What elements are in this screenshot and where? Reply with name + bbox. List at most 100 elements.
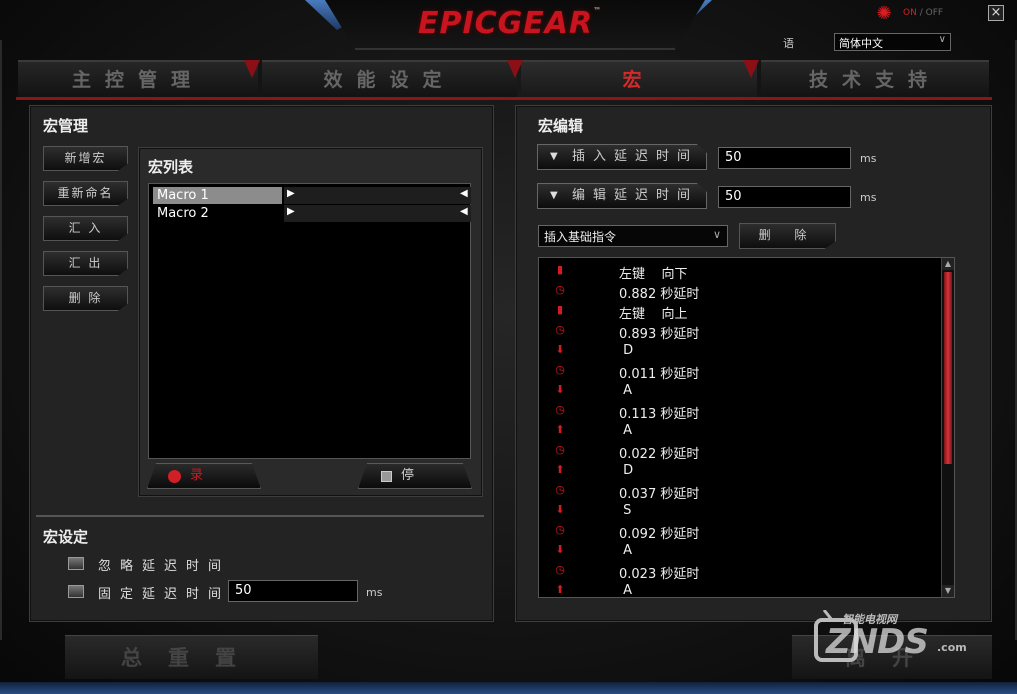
- fixed-delay-unit: ms: [366, 586, 383, 599]
- arrow-down-icon: ⬇: [555, 503, 565, 516]
- arrow-down-icon: ⬇: [555, 343, 565, 356]
- macro-event-row[interactable]: ◷ 0.037 秒延时: [539, 481, 944, 502]
- close-button[interactable]: ×: [988, 5, 1004, 21]
- insert-delay-unit: ms: [860, 152, 877, 165]
- tab-underline: [16, 97, 992, 100]
- rename-macro-button[interactable]: 重新命名: [43, 181, 128, 206]
- tab-support[interactable]: 技术支持: [761, 60, 989, 98]
- fixed-delay-label: 固定延迟时间: [98, 587, 231, 602]
- macro-event-list[interactable]: ▮ 左键 向下 ◷ 0.882 秒延时 ▮ 左键 向上 ◷ 0.893 秒延时 ⬇ D ◷ 0.01…: [538, 257, 955, 598]
- macro-event-text: 0.022 秒延时: [619, 447, 700, 462]
- macro-event-row[interactable]: ⬇ A: [539, 541, 944, 561]
- event-scrollbar[interactable]: ▲ ▼: [941, 258, 954, 597]
- clock-icon: ◷: [555, 323, 565, 336]
- macro-manage-title: 宏管理: [43, 117, 89, 135]
- chevron-down-icon: ∨: [938, 34, 946, 45]
- macro-event-row[interactable]: ▮ 左键 向上: [539, 301, 944, 322]
- record-button[interactable]: 录 制: [147, 463, 261, 489]
- clock-icon: ◷: [555, 363, 565, 376]
- arrow-down-icon: ⬇: [555, 383, 565, 396]
- tab-performance[interactable]: 效能设定: [262, 60, 517, 98]
- stop-button[interactable]: 停 止: [358, 463, 472, 489]
- macro-event-row[interactable]: ⬆ A: [539, 421, 944, 441]
- collapse-left-icon[interactable]: ◀: [460, 206, 468, 217]
- insert-command-select[interactable]: 插入基础指令 ∨: [538, 225, 728, 247]
- edit-delay-unit: ms: [860, 191, 877, 204]
- app-window: EPICGEAR™ ✺ ON / OFF × 语 言 简体中文 ∨ 主控管理 效能…: [0, 0, 1017, 694]
- macro-event-row[interactable]: ◷ 0.023 秒延时: [539, 561, 944, 582]
- macro-list[interactable]: Macro 1 ▶ ◀ Macro 2 ▶ ◀: [148, 183, 471, 459]
- expand-right-icon[interactable]: ▶: [287, 206, 295, 217]
- macro-event-text: 0.092 秒延时: [619, 527, 700, 542]
- macro-event-row[interactable]: ◷ 0.893 秒延时: [539, 321, 944, 342]
- clock-icon: ◷: [555, 283, 565, 296]
- chevron-down-icon: ∨: [712, 228, 721, 241]
- bottom-bar: [0, 682, 1017, 694]
- triangle-down-icon: ▼: [550, 190, 558, 201]
- macro-event-row[interactable]: ⬇ S: [539, 501, 944, 521]
- delete-macro-button[interactable]: 删 除: [43, 286, 128, 311]
- macro-event-text: A: [619, 543, 633, 558]
- right-frame: [997, 40, 1017, 640]
- ignore-delay-label: 忽略延迟时间: [98, 559, 231, 574]
- scroll-down-icon[interactable]: ▼: [942, 585, 954, 597]
- clock-icon: ◷: [555, 483, 565, 496]
- export-macro-button[interactable]: 汇 出: [43, 251, 128, 276]
- brand-logo: EPICGEAR™: [418, 6, 603, 41]
- edit-delay-button[interactable]: ▼ 编辑延迟时间: [537, 183, 707, 209]
- new-macro-button[interactable]: 新增宏: [43, 146, 128, 171]
- macro-settings-title: 宏设定: [43, 528, 89, 546]
- fixed-delay-input[interactable]: 50: [228, 580, 358, 602]
- macro-event-text: 0.893 秒延时: [619, 327, 700, 342]
- macro-event-text: 0.011 秒延时: [619, 367, 700, 382]
- arrow-up-icon: ⬆: [555, 463, 565, 476]
- fixed-delay-checkbox[interactable]: [68, 585, 84, 598]
- triangle-down-icon: ▼: [550, 151, 558, 162]
- delete-event-button[interactable]: 删 除: [739, 223, 836, 249]
- macro-event-row[interactable]: ▮ 左键 向下: [539, 261, 944, 282]
- macro-event-text: 0.037 秒延时: [619, 487, 700, 502]
- macro-event-text: 0.023 秒延时: [619, 567, 700, 582]
- edit-delay-input[interactable]: 50: [718, 186, 851, 208]
- reset-all-button[interactable]: 总重置: [65, 635, 318, 679]
- macro-event-row[interactable]: ⬆ A: [539, 581, 944, 597]
- macro-event-text: D: [619, 463, 634, 478]
- watermark-domain: .com: [937, 641, 967, 654]
- macro-event-text: 左键 向下: [619, 267, 688, 282]
- macro-event-text: 0.882 秒延时: [619, 287, 700, 302]
- scroll-up-icon[interactable]: ▲: [942, 258, 954, 270]
- tab-main-control[interactable]: 主控管理: [18, 60, 258, 98]
- ignore-delay-checkbox[interactable]: [68, 557, 84, 570]
- expand-right-icon[interactable]: ▶: [287, 188, 295, 199]
- arrow-up-icon: ⬆: [555, 423, 565, 436]
- macro-event-row[interactable]: ⬇ D: [539, 341, 944, 361]
- arrow-up-icon: ⬆: [555, 583, 565, 596]
- language-select[interactable]: 简体中文 ∨: [834, 33, 951, 51]
- macro-event-row[interactable]: ◷ 0.092 秒延时: [539, 521, 944, 542]
- arrow-down-icon: ⬇: [555, 543, 565, 556]
- power-toggle[interactable]: ON / OFF: [903, 8, 943, 18]
- record-icon: [168, 470, 181, 483]
- insert-delay-button[interactable]: ▼ 插入延迟时间: [537, 144, 707, 170]
- macro-event-text: 0.113 秒延时: [619, 407, 700, 422]
- insert-delay-input[interactable]: 50: [718, 147, 851, 169]
- macro-event-row[interactable]: ◷ 0.011 秒延时: [539, 361, 944, 382]
- macro-event-row[interactable]: ◷ 0.022 秒延时: [539, 441, 944, 462]
- tab-macro[interactable]: 宏: [521, 60, 757, 98]
- stop-icon: [381, 471, 392, 482]
- macro-event-text: A: [619, 383, 633, 398]
- macro-event-row[interactable]: ◷ 0.113 秒延时: [539, 401, 944, 422]
- mouse-icon: ▮: [556, 263, 564, 276]
- section-divider: [36, 515, 484, 517]
- macro-event-text: A: [619, 423, 633, 438]
- macro-event-row[interactable]: ⬇ A: [539, 381, 944, 401]
- scrollbar-thumb[interactable]: [944, 272, 952, 464]
- collapse-left-icon[interactable]: ◀: [460, 188, 468, 199]
- clock-icon: ◷: [555, 523, 565, 536]
- clock-icon: ◷: [555, 443, 565, 456]
- macro-event-row[interactable]: ◷ 0.882 秒延时: [539, 281, 944, 302]
- watermark-logo: ZNDS: [826, 622, 929, 662]
- import-macro-button[interactable]: 汇 入: [43, 216, 128, 241]
- power-icon[interactable]: ✺: [872, 3, 896, 25]
- macro-event-row[interactable]: ⬆ D: [539, 461, 944, 481]
